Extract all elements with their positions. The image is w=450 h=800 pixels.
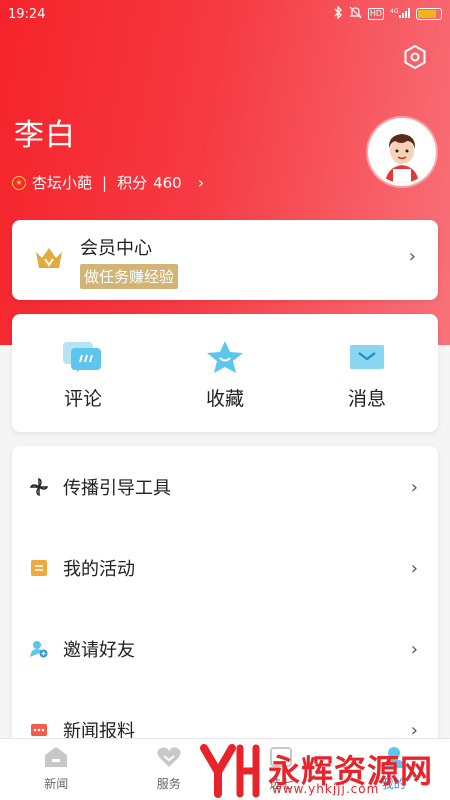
nav-label: 服务 [156,777,181,791]
menu-item-guide-tool[interactable]: 传播引导工具 › [12,467,438,507]
mute-icon [349,6,362,22]
points-label: 积分 [117,174,148,192]
menu-item-my-activity[interactable]: 我的活动 › [12,548,438,588]
nav-label: 我的 [381,777,406,791]
heart-icon [157,747,181,767]
chevron-right-icon: › [410,476,418,498]
user-level: 杏坛小葩 [32,174,93,192]
nav-item-news[interactable]: 新闻 [0,739,113,800]
chevron-right-icon: › [197,173,205,192]
points-value: 460 [153,173,182,192]
vip-center-card[interactable]: 会员中心 做任务赚经验 › [12,220,438,300]
favorite-icon [207,341,243,373]
meta-separator: | [102,173,108,192]
level-star-icon: ★ [12,175,26,190]
news-report-icon [31,724,47,736]
quick-action-message[interactable]: 消息 [296,314,438,432]
quick-action-favorite[interactable]: 收藏 [154,314,296,432]
comment-icon [63,342,101,372]
quick-action-label: 消息 [347,388,386,410]
user-meta[interactable]: ★ 杏坛小葩 | 积分 460 › [12,172,204,193]
chevron-right-icon: › [408,246,416,267]
battery-icon [416,8,442,20]
home-icon [45,747,68,767]
nav-label: 选七 [269,777,294,791]
user-name: 李白 [14,118,76,153]
status-icons: HD 4G [333,5,442,22]
profile-icon [382,747,405,768]
settings-icon[interactable] [402,44,428,70]
hd-icon: HD [367,8,384,20]
chevron-right-icon: › [410,557,418,579]
choose-icon [270,747,293,767]
avatar[interactable] [368,118,436,186]
vip-title: 会员中心 [80,238,152,259]
pinwheel-icon [30,478,48,496]
nav-item-service[interactable]: 服务 [113,739,226,800]
menu-list-card: 传播引导工具 › 我的活动 › 邀请好友 › 新闻报料 › [12,446,438,746]
menu-item-invite-friend[interactable]: 邀请好友 › [12,629,438,669]
chevron-right-icon: › [410,638,418,660]
menu-item-label: 传播引导工具 [63,478,171,499]
invite-friend-icon [30,641,48,658]
quick-actions-card: 评论 收藏 消息 [12,314,438,432]
svg-text:4G: 4G [390,8,399,15]
message-icon [350,345,384,369]
nav-item-choose[interactable]: 选七 [225,739,338,800]
activity-icon [31,560,47,576]
quick-action-label: 收藏 [205,388,244,410]
nav-label: 新闻 [44,777,69,791]
status-time: 19:24 [8,7,46,22]
nav-item-mine[interactable]: 我的 [338,739,450,800]
status-bar: 19:24 HD 4G [0,0,450,30]
bluetooth-icon [333,5,343,22]
vip-subtitle: 做任务赚经验 [80,264,179,289]
bottom-nav: 新闻 服务 选七 我的 [0,738,450,800]
menu-item-label: 我的活动 [63,559,135,580]
quick-action-comment[interactable]: 评论 [12,314,154,432]
signal-icon: 4G [390,7,410,22]
quick-action-label: 评论 [63,388,102,410]
crown-icon [34,244,64,274]
menu-item-label: 邀请好友 [63,640,135,661]
